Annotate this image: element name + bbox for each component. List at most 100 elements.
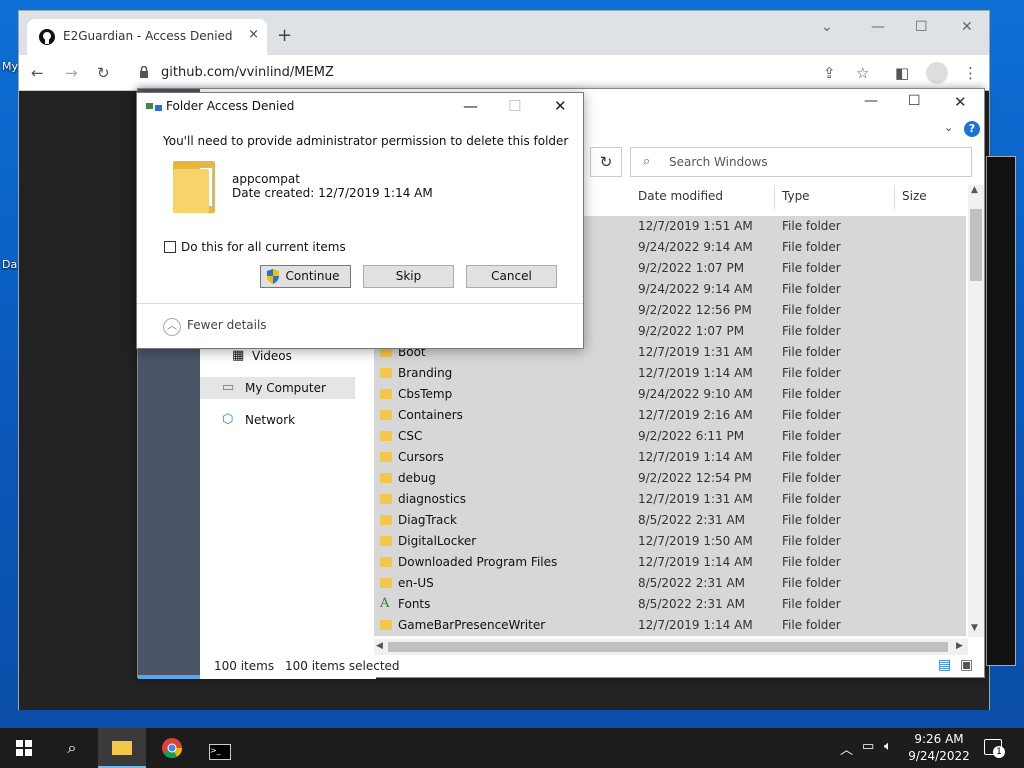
row-date: 12/7/2019 1:31 AM [638,492,753,506]
minimize-button[interactable]: — [871,19,885,35]
clock-time: 9:26 AM [914,732,964,746]
refresh-button[interactable]: ↻ [590,147,622,177]
row-type: File folder [782,576,841,590]
folder-date-created: Date created: 12/7/2019 1:14 AM [232,186,433,200]
search-icon[interactable]: ⌕ [48,728,96,768]
row-name: diagnostics [398,492,467,506]
lock-icon[interactable] [139,66,149,79]
details-view-icon[interactable]: ▤ [938,657,951,673]
network-icon[interactable]: ▭ [862,739,874,754]
row-type: File folder [782,534,841,548]
do-for-all-checkbox[interactable] [164,241,176,253]
scroll-right-icon[interactable]: ▶ [956,641,963,651]
nav-label: My Computer [245,381,326,395]
uac-shield-icon [267,269,279,284]
volume-icon[interactable]: 🔈︎ [884,739,892,754]
column-size[interactable]: Size [902,189,927,203]
close-window-button[interactable]: ✕ [961,19,973,35]
folder-icon [380,452,392,462]
folder-icon [380,368,392,378]
maximize-button[interactable]: ☐ [915,19,928,35]
taskbar-chrome[interactable] [148,728,196,768]
table-row[interactable]: Downloaded Program Files 12/7/2019 1:14 A… [374,552,966,573]
table-row[interactable]: A Fonts 8/5/2022 2:31 AM File folder [374,594,966,615]
taskbar-terminal[interactable]: >_ [196,728,244,768]
column-date-modified[interactable]: Date modified [638,189,723,203]
profile-avatar[interactable] [926,62,948,84]
explorer-maximize-button[interactable]: ☐ [908,93,921,109]
notification-icon[interactable]: 1 [984,739,1005,758]
row-date: 9/24/2022 9:10 AM [638,387,753,401]
folder-icon [380,494,392,504]
folder-icon [380,620,392,630]
explorer-close-button[interactable]: ✕ [954,93,967,111]
skip-button[interactable]: Skip [363,265,454,288]
taskbar-file-explorer[interactable] [98,728,146,768]
reload-icon[interactable]: ↻ [97,64,110,82]
nav-item-my-computer[interactable]: ▭ My Computer [200,377,355,399]
dialog-divider [137,303,583,304]
new-tab-button[interactable]: + [277,25,292,46]
fewer-details-toggle[interactable]: ︿ Fewer details [163,318,267,336]
bookmark-star-icon[interactable]: ☆ [856,64,869,82]
row-type: File folder [782,429,841,443]
table-row[interactable]: diagnostics 12/7/2019 1:31 AM File folder [374,489,966,510]
search-input[interactable]: ⌕ Search Windows [630,147,972,177]
horizontal-scrollbar[interactable]: ◀ ▶ [374,639,968,655]
table-row[interactable]: Branding 12/7/2019 1:14 AM File folder [374,363,966,384]
tab-strip: E2Guardian - Access Denied × + ⌄ — ☐ ✕ [19,11,989,55]
large-icons-view-icon[interactable]: ▣ [960,657,973,673]
nav-item-network[interactable]: ⬡ Network [200,409,355,431]
notification-badge: 1 [993,746,1005,758]
start-button[interactable] [0,728,48,768]
table-row[interactable]: CbsTemp 9/24/2022 9:10 AM File folder [374,384,966,405]
row-type: File folder [782,261,841,275]
taskbar-clock[interactable]: 9:26 AM 9/24/2022 [904,731,974,765]
table-row[interactable]: debug 9/2/2022 12:54 PM File folder [374,468,966,489]
cancel-button[interactable]: Cancel [466,265,557,288]
desktop-icon-label[interactable]: Da [2,258,17,271]
explorer-minimize-button[interactable]: — [864,93,878,109]
row-type: File folder [782,450,841,464]
address-bar[interactable]: github.com/vvinlind/MEMZ [129,59,869,87]
table-row[interactable]: en-US 8/5/2022 2:31 AM File folder [374,573,966,594]
table-row[interactable]: Cursors 12/7/2019 1:14 AM File folder [374,447,966,468]
status-bar: 100 items 100 items selected ▤ ▣ [200,657,984,677]
table-row[interactable]: CSC 9/2/2022 6:11 PM File folder [374,426,966,447]
do-for-all-label[interactable]: Do this for all current items [181,240,346,254]
scroll-down-icon[interactable]: ▼ [971,623,978,633]
row-name: Fonts [398,597,431,611]
scroll-thumb[interactable] [388,642,948,652]
table-row[interactable]: GameBarPresenceWriter 12/7/2019 1:14 AM Fi… [374,615,966,636]
share-icon[interactable]: ⇪ [823,64,836,82]
tab-search-icon[interactable]: ⌄ [821,19,833,35]
scroll-up-icon[interactable]: ▲ [971,185,978,195]
row-date: 12/7/2019 1:51 AM [638,219,753,233]
column-type[interactable]: Type [782,189,810,203]
row-date: 12/7/2019 1:14 AM [638,555,753,569]
folder-icon [173,161,215,213]
close-tab-icon[interactable]: × [248,27,259,42]
table-row[interactable]: Containers 12/7/2019 2:16 AM File folder [374,405,966,426]
forward-arrow-icon[interactable]: → [65,64,78,82]
scroll-thumb[interactable] [970,209,982,281]
back-arrow-icon[interactable]: ← [31,64,44,82]
background-window [986,156,1016,666]
continue-button[interactable]: Continue [260,265,351,288]
menu-kebab-icon[interactable]: ⋮ [963,64,978,82]
dialog-minimize-button[interactable]: — [463,97,478,115]
row-date: 9/24/2022 9:14 AM [638,240,753,254]
side-panel-icon[interactable]: ◧ [895,64,909,82]
table-row[interactable]: DiagTrack 8/5/2022 2:31 AM File folder [374,510,966,531]
row-name: debug [398,471,436,485]
row-date: 12/7/2019 2:16 AM [638,408,753,422]
vertical-scrollbar[interactable]: ▲ ▼ [968,185,984,637]
ribbon-expand-icon[interactable]: ⌄ [944,121,953,134]
tab-e2guardian[interactable]: E2Guardian - Access Denied × [27,19,267,55]
show-hidden-icons-icon[interactable]: ︿ [840,739,853,758]
table-row[interactable]: DigitalLocker 12/7/2019 1:50 AM File folde… [374,531,966,552]
help-icon[interactable]: ? [964,121,980,137]
scroll-left-icon[interactable]: ◀ [376,641,383,651]
desktop-icon-label[interactable]: My [2,60,18,73]
dialog-close-button[interactable]: ✕ [554,97,567,115]
